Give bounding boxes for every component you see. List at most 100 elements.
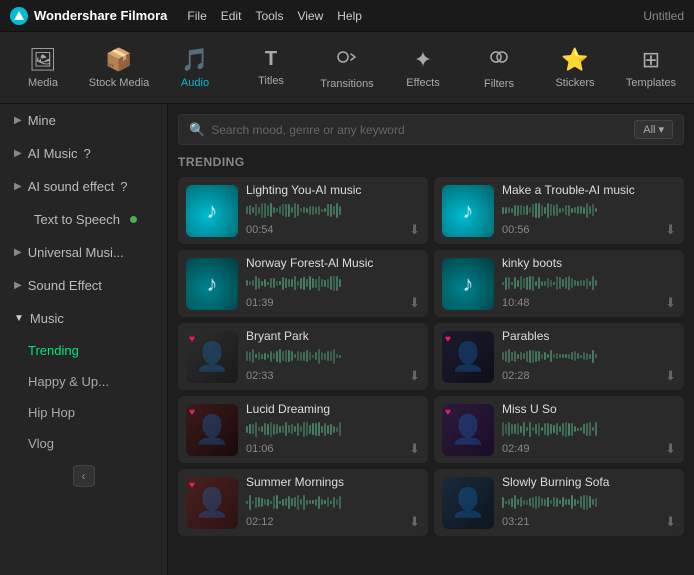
sidebar-collapse-button[interactable]: ‹ [73, 465, 95, 487]
toolbar-audio[interactable]: 🎵 Audio [159, 35, 231, 100]
search-input[interactable] [211, 123, 628, 137]
toolbar-templates[interactable]: ⊞ Templates [615, 35, 687, 100]
tts-badge [130, 216, 137, 223]
search-filter-label: All [643, 124, 655, 136]
sidebar-item-ai-sound-effect[interactable]: ▶ AI sound effect ? [0, 170, 167, 203]
sidebar-mine-label: Mine [28, 113, 56, 128]
music-info-bryant-park: Bryant Park 02:33 ⬇ [246, 329, 420, 384]
download-button-miss-u-so[interactable]: ⬇ [665, 441, 676, 457]
music-meta-parables: 02:28 ⬇ [502, 368, 676, 384]
music-arrow-icon: ▼ [14, 313, 24, 324]
toolbar-titles[interactable]: T Titles [235, 35, 307, 100]
music-title-slowly-burning-sofa: Slowly Burning Sofa [502, 475, 676, 489]
sidebar-tts-label: Text to Speech [34, 212, 120, 227]
music-meta-slowly-burning-sofa: 03:21 ⬇ [502, 514, 676, 530]
music-meta-lucid-dreaming: 01:06 ⬇ [246, 441, 420, 457]
toolbar-media-label: Media [28, 77, 58, 89]
music-note-icon: ♪ [207, 198, 218, 224]
sidebar-sub-hip-hop[interactable]: Hip Hop [0, 397, 167, 428]
download-button-lighting-you[interactable]: ⬇ [409, 222, 420, 238]
music-card-lucid-dreaming[interactable]: ♥👤 Lucid Dreaming 01:06 ⬇ [178, 396, 428, 463]
music-duration-bryant-park: 02:33 [246, 370, 274, 382]
download-button-lucid-dreaming[interactable]: ⬇ [409, 441, 420, 457]
effects-icon: ✦ [414, 47, 432, 73]
toolbar-stickers[interactable]: ⭐ Stickers [539, 35, 611, 100]
sidebar-item-universal-music[interactable]: ▶ Universal Musi... [0, 236, 167, 269]
toolbar-transitions[interactable]: Transitions [311, 35, 383, 100]
music-meta-make-a-trouble: 00:56 ⬇ [502, 222, 676, 238]
sidebar-ai-music-label: AI Music [28, 146, 78, 161]
menu-edit[interactable]: Edit [221, 9, 242, 23]
search-bar: 🔍 All ▾ [178, 114, 684, 145]
menu-help[interactable]: Help [337, 9, 362, 23]
music-title-summer-mornings: Summer Mornings [246, 475, 420, 489]
heart-icon: ♥ [189, 480, 195, 491]
ai-music-help-icon: ? [84, 146, 91, 161]
music-grid: ♪ Lighting You-AI music 00:54 ⬇ ♪ Make a… [178, 177, 684, 536]
content-area: 🔍 All ▾ TRENDING ♪ Lighting You-AI music… [168, 104, 694, 575]
toolbar-effects[interactable]: ✦ Effects [387, 35, 459, 100]
music-card-lighting-you[interactable]: ♪ Lighting You-AI music 00:54 ⬇ [178, 177, 428, 244]
download-button-make-a-trouble[interactable]: ⬇ [665, 222, 676, 238]
music-meta-miss-u-so: 02:49 ⬇ [502, 441, 676, 457]
music-meta-norway-forest: 01:39 ⬇ [246, 295, 420, 311]
music-title-parables: Parables [502, 329, 676, 343]
sidebar-item-mine[interactable]: ▶ Mine [0, 104, 167, 137]
music-card-bryant-park[interactable]: ♥👤 Bryant Park 02:33 ⬇ [178, 323, 428, 390]
music-card-make-a-trouble[interactable]: ♪ Make a Trouble-AI music 00:56 ⬇ [434, 177, 684, 244]
music-info-summer-mornings: Summer Mornings 02:12 ⬇ [246, 475, 420, 530]
toolbar-media[interactable]: 🖼 Media [7, 35, 79, 100]
download-button-norway-forest[interactable]: ⬇ [409, 295, 420, 311]
menu-tools[interactable]: Tools [255, 9, 283, 23]
music-waveform-bryant-park [246, 347, 420, 365]
sidebar-sub-vlog[interactable]: Vlog [0, 428, 167, 459]
music-note-icon: ♪ [463, 271, 474, 297]
toolbar: 🖼 Media 📦 Stock Media 🎵 Audio T Titles T… [0, 32, 694, 104]
music-title-make-a-trouble: Make a Trouble-AI music [502, 183, 676, 197]
music-card-summer-mornings[interactable]: ♥👤 Summer Mornings 02:12 ⬇ [178, 469, 428, 536]
sidebar-sub-trending[interactable]: Trending [0, 335, 167, 366]
music-duration-lucid-dreaming: 01:06 [246, 443, 274, 455]
toolbar-stock-media[interactable]: 📦 Stock Media [83, 35, 155, 100]
music-waveform-lighting-you [246, 201, 420, 219]
search-filter-button[interactable]: All ▾ [634, 120, 673, 139]
download-button-bryant-park[interactable]: ⬇ [409, 368, 420, 384]
sidebar-sound-effect-label: Sound Effect [28, 278, 102, 293]
sidebar-item-ai-music[interactable]: ▶ AI Music ? [0, 137, 167, 170]
happy-up-label: Happy & Up... [28, 374, 109, 389]
music-card-slowly-burning-sofa[interactable]: 👤 Slowly Burning Sofa 03:21 ⬇ [434, 469, 684, 536]
menu-view[interactable]: View [297, 9, 323, 23]
music-thumb-bryant-park: ♥👤 [186, 331, 238, 383]
music-card-miss-u-so[interactable]: ♥👤 Miss U So 02:49 ⬇ [434, 396, 684, 463]
download-button-kinky-boots[interactable]: ⬇ [665, 295, 676, 311]
sidebar-item-music[interactable]: ▼ Music [0, 302, 167, 335]
toolbar-filters[interactable]: Filters [463, 35, 535, 100]
universal-arrow-icon: ▶ [14, 247, 22, 258]
menu-file[interactable]: File [187, 9, 206, 23]
sidebar-universal-label: Universal Musi... [28, 245, 124, 260]
music-waveform-lucid-dreaming [246, 420, 420, 438]
media-icon: 🖼 [29, 47, 57, 73]
download-button-slowly-burning-sofa[interactable]: ⬇ [665, 514, 676, 530]
toolbar-effects-label: Effects [406, 77, 439, 89]
download-button-summer-mornings[interactable]: ⬇ [409, 514, 420, 530]
sidebar-music-label: Music [30, 311, 64, 326]
music-thumb-slowly-burning-sofa: 👤 [442, 477, 494, 529]
hip-hop-label: Hip Hop [28, 405, 75, 420]
music-waveform-make-a-trouble [502, 201, 676, 219]
mine-arrow-icon: ▶ [14, 115, 22, 126]
download-button-parables[interactable]: ⬇ [665, 368, 676, 384]
music-info-kinky-boots: kinky boots 10:48 ⬇ [502, 256, 676, 311]
music-duration-slowly-burning-sofa: 03:21 [502, 516, 530, 528]
titles-icon: T [265, 48, 277, 71]
music-thumb-kinky-boots: ♪ [442, 258, 494, 310]
app-logo [10, 7, 28, 25]
music-thumb-miss-u-so: ♥👤 [442, 404, 494, 456]
vlog-label: Vlog [28, 436, 54, 451]
sidebar-item-sound-effect[interactable]: ▶ Sound Effect [0, 269, 167, 302]
music-card-norway-forest[interactable]: ♪ Norway Forest-Al Music 01:39 ⬇ [178, 250, 428, 317]
sidebar-sub-happy-up[interactable]: Happy & Up... [0, 366, 167, 397]
music-card-kinky-boots[interactable]: ♪ kinky boots 10:48 ⬇ [434, 250, 684, 317]
sidebar-item-text-to-speech[interactable]: Text to Speech [0, 203, 167, 236]
music-card-parables[interactable]: ♥👤 Parables 02:28 ⬇ [434, 323, 684, 390]
